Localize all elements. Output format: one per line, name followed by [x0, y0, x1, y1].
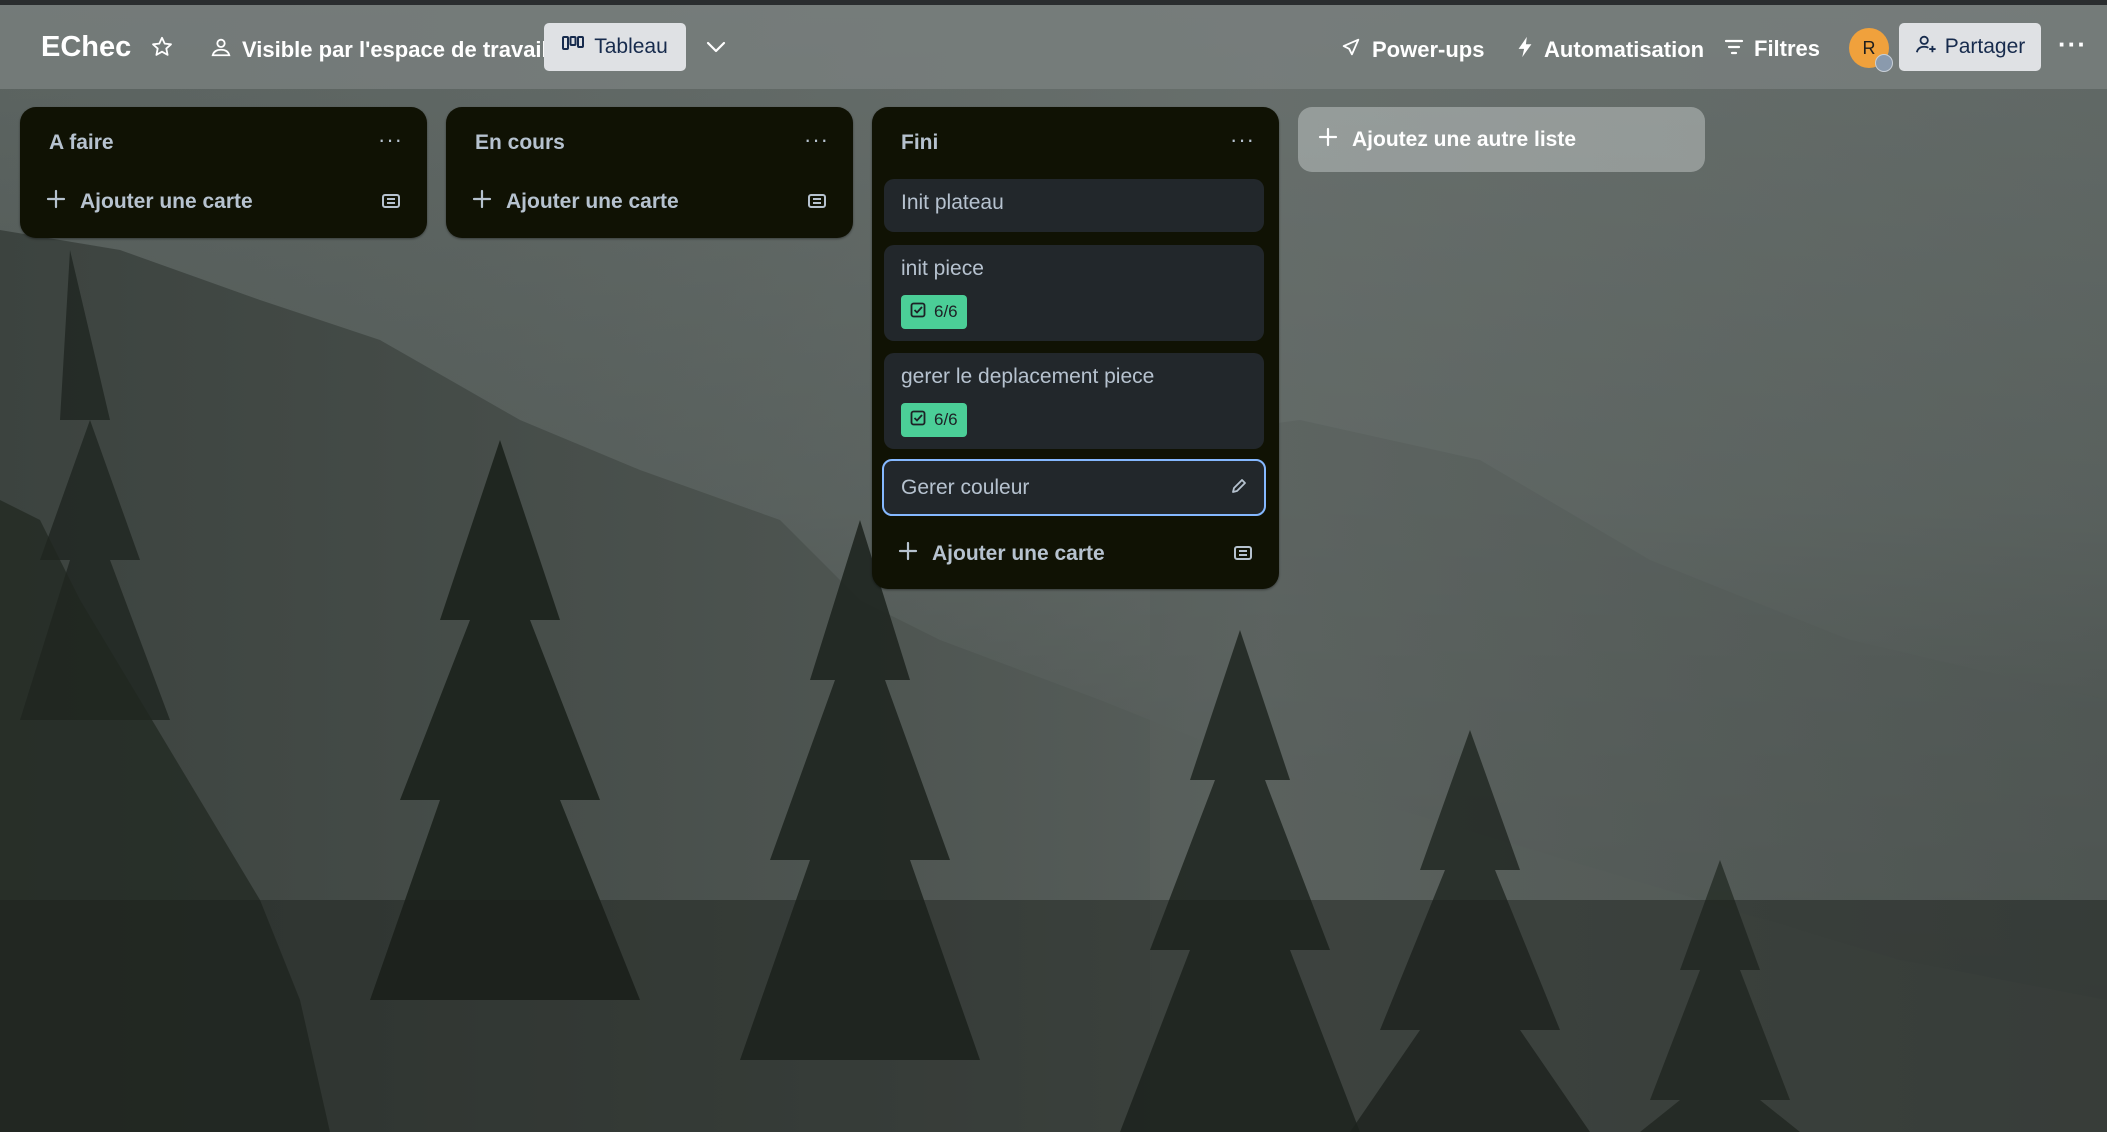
list-title[interactable]: A faire [49, 131, 114, 155]
checkbox-icon [910, 410, 926, 431]
chevron-down-icon[interactable] [704, 35, 728, 59]
share-label: Partager [1944, 35, 2026, 58]
card-title: Gerer couleur [901, 476, 1030, 499]
lightning-icon [1516, 36, 1534, 64]
card-init-plateau[interactable]: Init plateau [884, 179, 1264, 232]
avatar-initial: R [1862, 37, 1876, 58]
star-icon[interactable] [150, 35, 174, 59]
visibility-button[interactable]: Visible par l'espace de travail [210, 36, 548, 64]
card-init-piece[interactable]: init piece 6/6 [884, 245, 1264, 341]
workspace-icon [210, 36, 232, 64]
plus-icon [46, 189, 66, 215]
admin-badge-icon [1875, 54, 1893, 72]
list-menu-button[interactable]: ··· [378, 127, 403, 153]
checkbox-icon [910, 302, 926, 323]
card-title: gerer le deplacement piece [901, 365, 1155, 388]
add-card-button[interactable]: Ajouter une carte [46, 189, 253, 215]
card-template-icon[interactable] [381, 192, 401, 215]
powerups-button[interactable]: Power-ups [1340, 36, 1484, 64]
add-list-label: Ajoutez une autre liste [1352, 127, 1577, 151]
add-list-button[interactable]: Ajoutez une autre liste [1298, 107, 1705, 172]
automation-label: Automatisation [1544, 37, 1705, 62]
visibility-label: Visible par l'espace de travail [242, 37, 548, 62]
card-title: init piece [901, 257, 984, 280]
plus-icon [898, 541, 918, 567]
add-user-icon [1915, 33, 1937, 61]
list-a-faire: A faire ··· Ajouter une carte [20, 107, 427, 238]
add-card-button[interactable]: Ajouter une carte [472, 189, 679, 215]
add-card-button[interactable]: Ajouter une carte [898, 541, 1105, 567]
edit-pencil-icon[interactable] [1230, 477, 1248, 501]
board-title[interactable]: EChec [41, 31, 131, 64]
board-view-icon [562, 35, 585, 59]
card-gerer-couleur[interactable]: Gerer couleur [882, 459, 1266, 516]
checklist-count: 6/6 [934, 410, 958, 429]
card-title: Init plateau [901, 191, 1004, 214]
plus-icon [472, 189, 492, 215]
filters-label: Filtres [1754, 36, 1821, 61]
checklist-badge: 6/6 [901, 403, 967, 437]
card-template-icon[interactable] [1233, 544, 1253, 567]
plus-icon [1318, 127, 1338, 153]
window-top-edge [0, 0, 2107, 5]
more-menu-button[interactable]: ··· [2058, 29, 2087, 60]
list-title[interactable]: Fini [901, 131, 938, 155]
board-header: EChec Visible par l'espace de travail Ta… [0, 5, 2107, 89]
filters-button[interactable]: Filtres [1724, 36, 1820, 62]
view-label: Tableau [594, 35, 668, 58]
list-title[interactable]: En cours [475, 131, 565, 155]
avatar[interactable]: R [1849, 28, 1893, 72]
list-menu-button[interactable]: ··· [1230, 127, 1255, 153]
checklist-count: 6/6 [934, 302, 958, 321]
list-fini: Fini ··· Init plateau init piece 6/6 ger… [872, 107, 1279, 589]
add-card-label: Ajouter une carte [80, 190, 253, 213]
automation-button[interactable]: Automatisation [1516, 36, 1704, 64]
filter-icon [1724, 36, 1744, 62]
card-gerer-deplacement[interactable]: gerer le deplacement piece 6/6 [884, 353, 1264, 449]
add-card-label: Ajouter une carte [932, 542, 1105, 565]
share-button[interactable]: Partager [1899, 23, 2041, 71]
checklist-badge: 6/6 [901, 295, 967, 329]
list-en-cours: En cours ··· Ajouter une carte [446, 107, 853, 238]
powerups-label: Power-ups [1372, 37, 1485, 62]
add-card-label: Ajouter une carte [506, 190, 679, 213]
rocket-icon [1340, 36, 1362, 64]
view-switch-button[interactable]: Tableau [544, 23, 686, 71]
list-menu-button[interactable]: ··· [804, 127, 829, 153]
card-template-icon[interactable] [807, 192, 827, 215]
